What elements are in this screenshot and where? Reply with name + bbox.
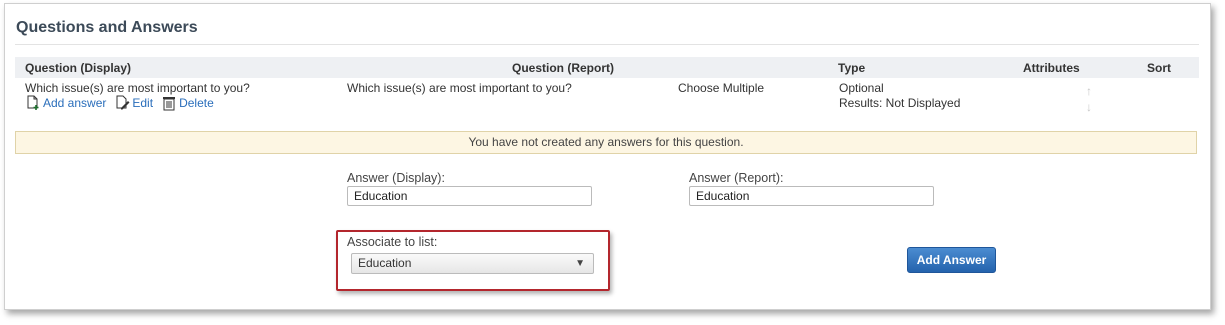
edit-label: Edit	[132, 96, 154, 110]
answer-display-input[interactable]	[347, 186, 592, 206]
delete-link[interactable]: Delete	[161, 95, 214, 111]
header-type: Type	[838, 61, 866, 75]
table-header: Question (Display) Question (Report) Typ…	[15, 57, 1199, 78]
add-document-icon	[27, 95, 39, 110]
question-report-cell: Which issue(s) are most important to you…	[347, 81, 572, 95]
associate-list-value: Education	[358, 256, 412, 270]
arrow-up-icon[interactable]: ↑	[1082, 84, 1096, 100]
question-display-cell: Which issue(s) are most important to you…	[25, 81, 250, 95]
add-answer-link[interactable]: Add answer	[25, 95, 106, 111]
add-answer-label: Add answer	[43, 96, 107, 110]
add-answer-button[interactable]: Add Answer	[907, 247, 996, 273]
header-question-display: Question (Display)	[25, 61, 132, 75]
associate-list-label: Associate to list:	[347, 235, 438, 249]
attribute-optional: Optional	[839, 81, 884, 95]
header-question-report: Question (Report)	[512, 61, 614, 75]
panel-title: Questions and Answers	[16, 19, 198, 36]
row-actions: Add answer Edit Delete	[25, 95, 222, 111]
trash-icon	[163, 97, 176, 111]
title-divider	[15, 44, 1199, 45]
edit-link[interactable]: Edit	[114, 95, 153, 111]
edit-document-icon	[116, 95, 130, 110]
question-type-cell: Choose Multiple	[678, 81, 765, 95]
delete-label: Delete	[179, 96, 214, 110]
header-sort: Sort	[1147, 61, 1171, 75]
attribute-results: Results: Not Displayed	[839, 96, 961, 110]
answer-report-input[interactable]	[689, 186, 934, 206]
arrow-down-icon[interactable]: ↓	[1082, 100, 1096, 116]
sort-controls: ↑ ↓	[1082, 84, 1096, 116]
caret-down-icon: ▼	[575, 258, 585, 269]
answer-display-label: Answer (Display):	[347, 171, 445, 185]
header-attributes: Attributes	[1023, 61, 1080, 75]
associate-list-select[interactable]: Education ▼	[351, 253, 594, 274]
answer-report-label: Answer (Report):	[689, 171, 784, 185]
questions-answers-panel: Questions and Answers Question (Display)…	[4, 3, 1211, 310]
no-answers-notice: You have not created any answers for thi…	[15, 131, 1197, 154]
